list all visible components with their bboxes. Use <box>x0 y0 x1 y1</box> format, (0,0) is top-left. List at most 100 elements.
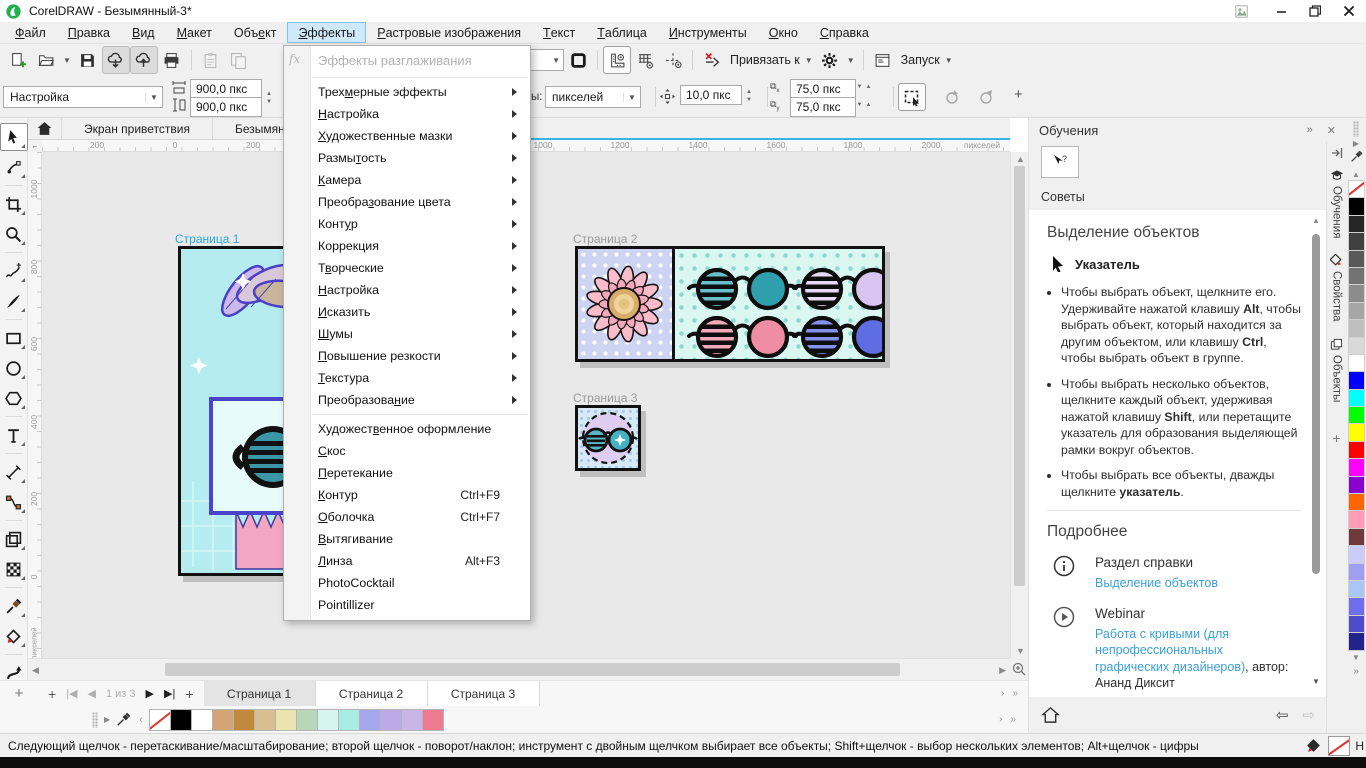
close-button[interactable] <box>1332 0 1366 22</box>
last-page-button[interactable]: ▶| <box>164 687 175 700</box>
color-swatch[interactable] <box>1348 302 1365 320</box>
learn-scroll-down-icon[interactable]: ▼ <box>1312 677 1320 686</box>
menu-item-Контур[interactable]: КонтурCtrl+F9 <box>284 484 530 506</box>
color-swatch[interactable] <box>1348 441 1365 459</box>
preset-combo[interactable]: Настройка▼ <box>3 86 163 108</box>
menu-item-Повышение резкости[interactable]: Повышение резкости <box>284 345 530 367</box>
menu-Таблица[interactable]: Таблица <box>586 22 658 43</box>
palette-more-icon[interactable]: » <box>1353 664 1359 679</box>
dropdown-arrow-icon[interactable]: ▼ <box>847 56 855 65</box>
start-on-edit-button[interactable] <box>938 83 966 111</box>
color-swatch[interactable] <box>1348 528 1365 546</box>
pagebar-more-icon[interactable]: » <box>1012 688 1018 699</box>
palette-scroll-left-icon[interactable]: ‹ <box>139 714 143 726</box>
color-swatch[interactable] <box>1348 476 1365 494</box>
freehand-tool[interactable] <box>0 257 28 285</box>
menu-item-Текстура[interactable]: Текстура <box>284 367 530 389</box>
snap-to-label[interactable]: Привязать к <box>730 53 800 67</box>
account-icon[interactable] <box>1235 5 1248 18</box>
docpal-more-icon[interactable]: » <box>1010 714 1016 725</box>
horizontal-scrollbar[interactable]: ◀ ▶ <box>28 658 1010 680</box>
grid-button[interactable] <box>631 46 659 74</box>
vertical-scrollbar[interactable]: ▲ ▼ <box>1010 152 1028 658</box>
menu-item-Контур[interactable]: Контур <box>284 213 530 235</box>
vertical-scroll-thumb[interactable] <box>1014 166 1025 586</box>
menu-Вид[interactable]: Вид <box>121 22 166 43</box>
color-swatch[interactable] <box>296 709 318 731</box>
copy-button[interactable] <box>225 46 253 74</box>
page-tab-Страница 1[interactable]: Страница 1 <box>204 681 316 706</box>
nudge-field[interactable]: 10,0 пкс <box>680 85 742 105</box>
zoom-fit-button[interactable] <box>1010 658 1028 680</box>
color-swatch[interactable] <box>1348 354 1365 372</box>
dropdown-arrow-icon[interactable]: ▼ <box>805 56 813 65</box>
minimize-button[interactable] <box>1264 0 1298 22</box>
menu-Окно[interactable]: Окно <box>758 22 809 43</box>
new-document-button[interactable] <box>4 46 32 74</box>
learning-home-icon[interactable] <box>1041 706 1060 724</box>
menu-item-Художественные мазки[interactable]: Художественные мазки <box>284 125 530 147</box>
color-swatch[interactable] <box>1348 493 1365 511</box>
color-swatch[interactable] <box>212 709 234 731</box>
dropdown-arrow-icon[interactable]: ▼ <box>945 56 953 65</box>
palette-flyout-icon[interactable]: ▶ <box>1353 137 1359 150</box>
save-button[interactable] <box>74 46 102 74</box>
pagebar-overflow-icon[interactable]: › <box>1001 688 1004 699</box>
launcher-button[interactable] <box>869 46 897 74</box>
rectangle-tool[interactable] <box>0 324 28 352</box>
color-swatch[interactable] <box>1348 371 1365 389</box>
zoom-tool[interactable] <box>0 220 28 248</box>
crop-tool[interactable] <box>0 190 28 218</box>
menu-item-Перетекание[interactable]: Перетекание <box>284 462 530 484</box>
snap-off-button[interactable] <box>698 46 726 74</box>
page-tab-Страница 2[interactable]: Страница 2 <box>316 681 428 706</box>
color-swatch[interactable] <box>1348 337 1365 355</box>
duplicate-x-spinner[interactable]: ▼▲ <box>858 79 870 95</box>
menu-item-Трехмерные эффекты[interactable]: Трехмерные эффекты <box>284 81 530 103</box>
cloud-download-button[interactable] <box>102 46 130 74</box>
ruler-origin[interactable]: ⌐ <box>28 140 42 152</box>
menu-item-Камера[interactable]: Камера <box>284 169 530 191</box>
help-link[interactable]: Выделение объектов <box>1095 575 1218 592</box>
menu-item-Коррекция[interactable]: Коррекция <box>284 235 530 257</box>
menu-item-Pointillizer[interactable]: Pointillizer <box>284 594 530 616</box>
color-swatch[interactable] <box>1348 458 1365 476</box>
color-swatch[interactable] <box>1348 510 1365 528</box>
palette-eyedropper-icon[interactable] <box>116 712 131 727</box>
color-swatch[interactable] <box>1348 632 1365 650</box>
whats-this-button[interactable]: ? <box>1041 146 1079 178</box>
dimension-tool[interactable] <box>0 458 28 486</box>
menu-item-Настройка[interactable]: Настройка <box>284 103 530 125</box>
restore-button[interactable] <box>1298 0 1332 22</box>
color-swatch[interactable] <box>1348 423 1365 441</box>
menu-Правка[interactable]: Правка <box>57 22 121 43</box>
no-color-swatch[interactable] <box>1348 180 1365 198</box>
color-swatch[interactable] <box>170 709 192 731</box>
menu-item-Художественное оформление[interactable]: Художественное оформление <box>284 418 530 440</box>
gear-button[interactable] <box>816 46 844 74</box>
transparency-tool[interactable] <box>0 555 28 583</box>
menu-item-Настройка[interactable]: Настройка <box>284 279 530 301</box>
apply-on-edit-button[interactable] <box>972 83 1000 111</box>
palette-flyout-icon[interactable]: ▶ <box>104 715 110 724</box>
menu-item-Преобразование цвета[interactable]: Преобразование цвета <box>284 191 530 213</box>
docker-tab-Свойства[interactable]: Свойства <box>1330 254 1343 322</box>
color-swatch[interactable] <box>254 709 276 731</box>
page-border-button[interactable] <box>564 46 592 74</box>
print-button[interactable] <box>158 46 186 74</box>
first-page-button[interactable]: |◀ <box>66 687 77 700</box>
menu-Файл[interactable]: Файл <box>4 22 57 43</box>
guidelines-button[interactable] <box>659 46 687 74</box>
prev-page-button[interactable]: ◀ <box>88 687 96 700</box>
color-swatch[interactable] <box>275 709 297 731</box>
page-size-spinner[interactable]: ▲▼ <box>263 79 275 117</box>
color-swatch[interactable] <box>1348 615 1365 633</box>
color-swatch[interactable] <box>1348 597 1365 615</box>
color-swatch[interactable] <box>1348 250 1365 268</box>
color-swatch[interactable] <box>1348 284 1365 302</box>
text-tool[interactable] <box>0 421 28 449</box>
docker-tab-Обучения[interactable]: Обучения <box>1330 170 1344 238</box>
menu-Эффекты[interactable]: Эффекты <box>287 22 366 43</box>
horizontal-scroll-thumb[interactable] <box>165 663 900 676</box>
menu-item-Преобразование[interactable]: Преобразование <box>284 389 530 411</box>
